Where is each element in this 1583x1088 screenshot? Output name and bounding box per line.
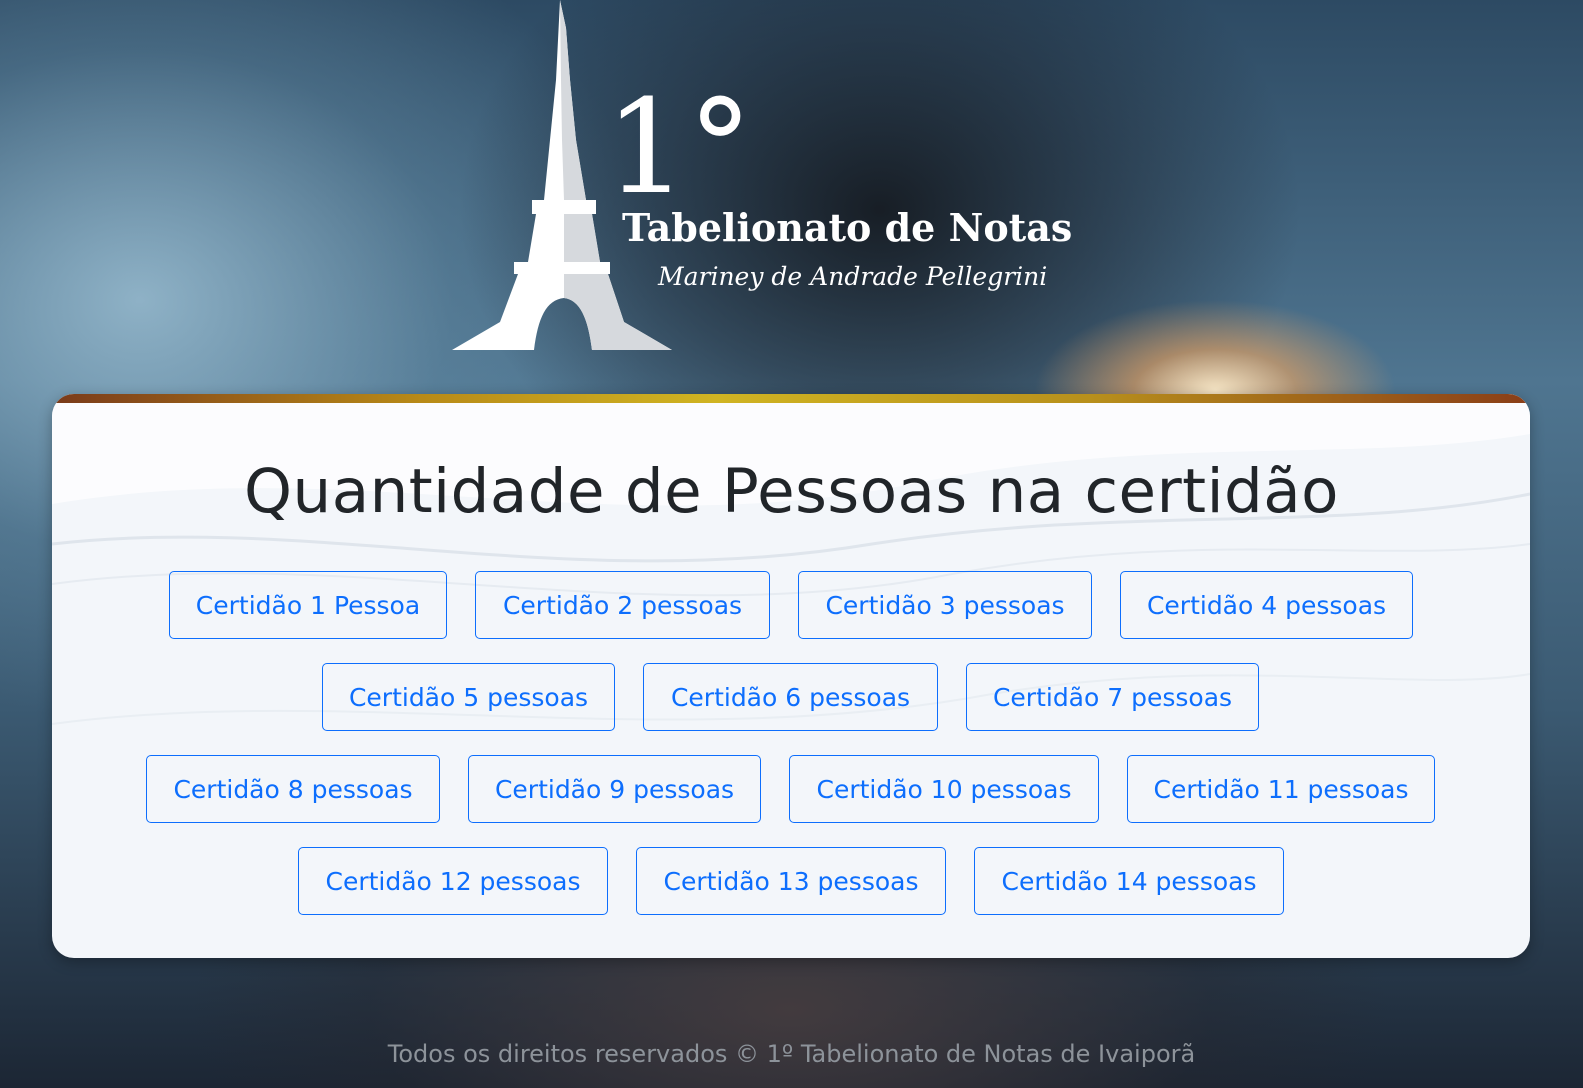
certificate-3-people-button[interactable]: Certidão 3 pessoas: [798, 571, 1092, 639]
certificate-8-people-button[interactable]: Certidão 8 pessoas: [146, 755, 440, 823]
certificate-7-people-button[interactable]: Certidão 7 pessoas: [966, 663, 1259, 731]
certificate-6-people-button[interactable]: Certidão 6 pessoas: [643, 663, 938, 731]
certificate-4-people-button[interactable]: Certidão 4 pessoas: [1120, 571, 1413, 639]
certificate-1-person-button[interactable]: Certidão 1 Pessoa: [169, 571, 447, 639]
certificate-2-people-button[interactable]: Certidão 2 pessoas: [475, 571, 770, 639]
card-accent-bar: [52, 394, 1530, 403]
footer-copyright: Todos os direitos reservados © 1º Tabeli…: [387, 1040, 1196, 1068]
certificate-12-people-button[interactable]: Certidão 12 pessoas: [298, 847, 608, 915]
logo-subtitle: Mariney de Andrade Pellegrini: [658, 262, 1048, 291]
certificate-10-people-button[interactable]: Certidão 10 pessoas: [789, 755, 1099, 823]
certificate-14-people-button[interactable]: Certidão 14 pessoas: [974, 847, 1284, 915]
certificate-5-people-button[interactable]: Certidão 5 pessoas: [322, 663, 615, 731]
certificate-13-people-button[interactable]: Certidão 13 pessoas: [636, 847, 946, 915]
logo-number: 1°: [605, 71, 753, 223]
certificate-11-people-button[interactable]: Certidão 11 pessoas: [1127, 755, 1435, 823]
logo-title: Tabelionato de Notas: [622, 205, 1073, 250]
certificate-9-people-button[interactable]: Certidão 9 pessoas: [468, 755, 761, 823]
site-logo: 1° Tabelionato de Notas Mariney de Andra…: [440, 0, 1160, 360]
page-title: Quantidade de Pessoas na certidão: [244, 456, 1339, 527]
